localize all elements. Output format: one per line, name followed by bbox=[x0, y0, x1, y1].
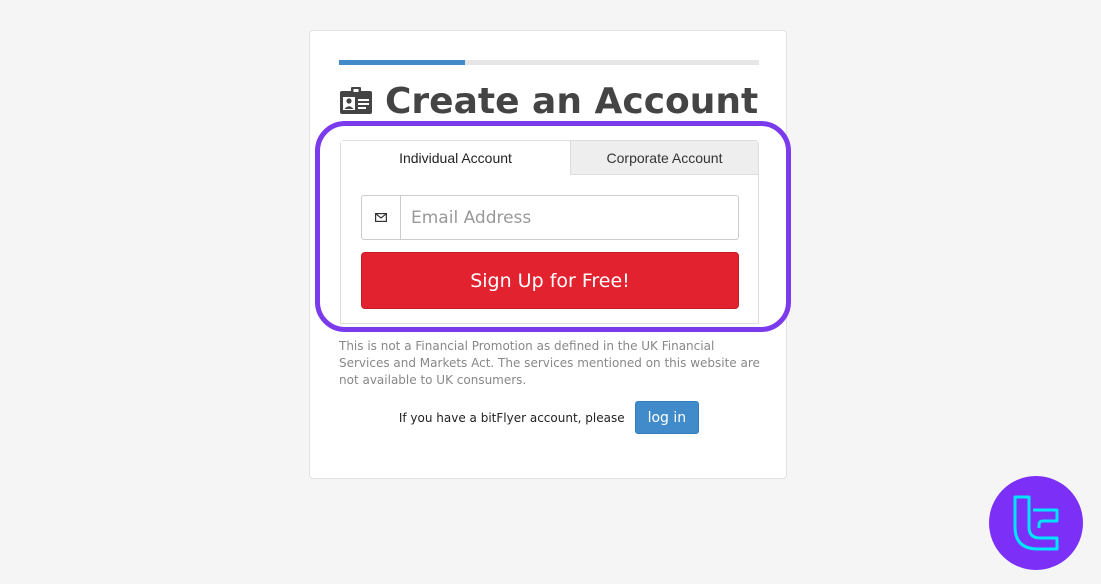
signup-card: Create an Account Individual Account Cor… bbox=[309, 30, 787, 479]
login-row: If you have a bitFlyer account, please l… bbox=[310, 401, 788, 434]
log-in-button[interactable]: log in bbox=[634, 401, 700, 434]
account-type-tabs: Individual Account Corporate Account Sig… bbox=[340, 140, 759, 324]
sign-up-button[interactable]: Sign Up for Free! bbox=[361, 252, 739, 309]
email-input-group bbox=[361, 195, 739, 240]
tab-corporate-account[interactable]: Corporate Account bbox=[570, 141, 758, 175]
email-addon bbox=[362, 196, 401, 239]
tc-logo bbox=[989, 476, 1083, 570]
progress-bar bbox=[339, 60, 759, 65]
progress-bar-fill bbox=[339, 60, 465, 65]
page-title: Create an Account bbox=[385, 80, 759, 122]
id-card-icon bbox=[340, 87, 372, 114]
login-prompt: If you have a bitFlyer account, please bbox=[398, 410, 625, 425]
tab-bar: Individual Account Corporate Account bbox=[341, 141, 758, 175]
tab-individual-account[interactable]: Individual Account bbox=[341, 141, 570, 175]
disclaimer-text: This is not a Financial Promotion as def… bbox=[339, 339, 760, 387]
envelope-icon bbox=[375, 213, 387, 222]
email-field[interactable] bbox=[401, 196, 738, 239]
title-row: Create an Account bbox=[339, 79, 758, 123]
tc-logo-icon bbox=[1013, 495, 1059, 551]
